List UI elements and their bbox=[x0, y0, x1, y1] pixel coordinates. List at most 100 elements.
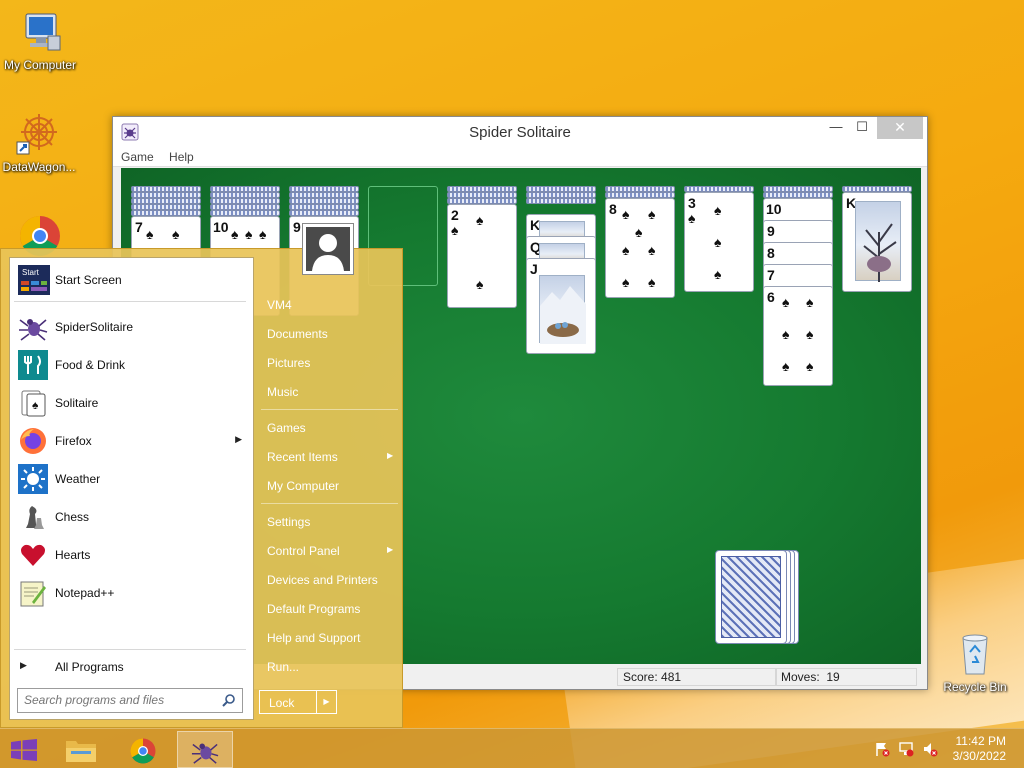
start-link-help-support[interactable]: Help and Support bbox=[267, 631, 360, 645]
action-center-flag-icon[interactable] bbox=[874, 741, 890, 757]
start-link-devices-printers[interactable]: Devices and Printers bbox=[267, 573, 378, 587]
program-label: Start Screen bbox=[55, 273, 122, 287]
spade-icon: ♠ bbox=[806, 294, 814, 310]
start-tile-text: Start bbox=[22, 268, 40, 277]
user-avatar[interactable] bbox=[302, 223, 354, 275]
user-icon bbox=[306, 227, 350, 271]
program-label: Weather bbox=[55, 472, 101, 486]
start-item-notepadpp[interactable]: Notepad++ bbox=[14, 575, 250, 611]
chevron-right-icon: ▶ bbox=[20, 660, 27, 670]
playing-card[interactable]: 6 ♠ ♠ ♠ ♠ ♠ ♠ bbox=[763, 286, 833, 386]
start-item-spidersolitaire[interactable]: SpiderSolitaire bbox=[14, 309, 250, 345]
title-bar[interactable]: Spider Solitaire — ☐ ✕ bbox=[113, 117, 927, 147]
svg-text:♠: ♠ bbox=[32, 398, 39, 412]
start-item-weather[interactable]: Weather bbox=[14, 461, 250, 497]
start-link-my-computer[interactable]: My Computer bbox=[267, 479, 339, 493]
playing-card[interactable]: 3 ♠ ♠ ♠ ♠ bbox=[684, 192, 754, 292]
start-item-solitaire[interactable]: ♠ Solitaire bbox=[14, 385, 250, 421]
desktop-icon-recycle-bin[interactable]: Recycle Bin bbox=[935, 630, 1015, 694]
start-link-user[interactable]: VM4 bbox=[267, 298, 292, 312]
start-link-music[interactable]: Music bbox=[267, 385, 298, 399]
start-item-firefox[interactable]: Firefox ▶ bbox=[14, 423, 250, 459]
weather-icon bbox=[18, 464, 48, 494]
jack-art bbox=[539, 275, 586, 344]
spade-icon: ♠ bbox=[782, 294, 790, 310]
start-link-control-panel[interactable]: Control Panel ▶ bbox=[267, 544, 393, 558]
spade-icon: ♠ bbox=[622, 206, 630, 222]
start-link-run[interactable]: Run... bbox=[267, 660, 299, 674]
control-panel-label: Control Panel bbox=[267, 544, 340, 558]
spade-icon: ♠ bbox=[622, 242, 630, 258]
program-label: Notepad++ bbox=[55, 586, 115, 600]
playing-card[interactable]: 8 ♠ ♠ ♠ ♠ ♠ ♠ ♠ bbox=[605, 198, 675, 298]
all-programs-label: All Programs bbox=[55, 660, 124, 674]
spade-icon: ♠ bbox=[648, 206, 656, 222]
playing-card[interactable]: J bbox=[526, 258, 596, 354]
spade-icon: ♠ bbox=[648, 274, 656, 290]
desktop-icon-my-computer[interactable]: My Computer bbox=[0, 8, 80, 72]
clock-date: 3/30/2022 bbox=[952, 749, 1006, 763]
playing-card[interactable]: 2 ♠ ♠ ♠ bbox=[447, 204, 517, 308]
start-item-food-drink[interactable]: Food & Drink bbox=[14, 347, 250, 383]
spade-icon: ♠ bbox=[714, 202, 722, 218]
all-programs-button[interactable]: ▶ All Programs bbox=[14, 653, 250, 679]
chevron-right-icon: ▶ bbox=[235, 434, 242, 444]
start-link-games[interactable]: Games bbox=[267, 421, 306, 435]
spade-icon: ♠ bbox=[245, 226, 253, 242]
spade-icon: ♠ bbox=[648, 242, 656, 258]
spade-icon: ♠ bbox=[476, 212, 484, 228]
notepadpp-icon bbox=[18, 578, 48, 608]
moves-label: Moves: bbox=[781, 670, 820, 684]
start-menu: Start Start Screen SpiderSolitaire Food … bbox=[0, 248, 403, 728]
program-label: Hearts bbox=[55, 548, 91, 562]
start-item-start-screen[interactable]: Start Start Screen bbox=[14, 262, 250, 298]
spider-icon bbox=[191, 737, 219, 768]
card-rank: 7 bbox=[767, 267, 775, 283]
card-rank: 10 bbox=[766, 201, 782, 217]
desktop-icon-datawagon[interactable]: DataWagon... bbox=[0, 110, 79, 174]
start-link-recent-items[interactable]: Recent Items ▶ bbox=[267, 450, 393, 464]
search-icon[interactable] bbox=[222, 693, 236, 707]
start-button[interactable] bbox=[0, 731, 48, 768]
separator bbox=[14, 301, 246, 302]
start-link-default-programs[interactable]: Default Programs bbox=[267, 602, 360, 616]
start-item-hearts[interactable]: Hearts bbox=[14, 537, 250, 573]
recycle-bin-icon bbox=[951, 630, 999, 678]
spade-icon: ♠ bbox=[622, 274, 630, 290]
face-down-card bbox=[526, 198, 596, 204]
menu-help[interactable]: Help bbox=[169, 147, 194, 167]
taskbar-chrome[interactable] bbox=[115, 731, 171, 768]
spade-icon: ♠ bbox=[172, 226, 180, 242]
start-item-chess[interactable]: Chess bbox=[14, 499, 250, 535]
taskbar-file-explorer[interactable] bbox=[54, 731, 110, 768]
lock-button[interactable]: Lock ▶ bbox=[259, 690, 337, 714]
program-label: Food & Drink bbox=[55, 358, 126, 372]
spade-icon: ♠ bbox=[635, 224, 643, 240]
stock-card bbox=[715, 550, 787, 644]
lock-label: Lock bbox=[269, 696, 295, 710]
datawagon-icon bbox=[15, 110, 63, 158]
search-box[interactable] bbox=[17, 688, 243, 713]
spade-icon: ♠ bbox=[782, 326, 790, 342]
score-display: Score: 481 bbox=[617, 668, 777, 686]
close-button[interactable]: ✕ bbox=[877, 117, 923, 139]
card-rank: 10 bbox=[213, 219, 229, 235]
volume-muted-icon[interactable] bbox=[922, 741, 938, 757]
system-clock[interactable]: 11:42 PM 3/30/2022 bbox=[953, 734, 1006, 764]
start-link-documents[interactable]: Documents bbox=[267, 327, 328, 341]
desktop-icon-label: My Computer bbox=[3, 58, 77, 72]
chevron-right-icon[interactable]: ▶ bbox=[316, 691, 336, 713]
recent-items-label: Recent Items bbox=[267, 450, 338, 464]
windows-logo-icon bbox=[11, 739, 37, 764]
menu-game[interactable]: Game bbox=[121, 147, 154, 167]
taskbar-spider-solitaire[interactable] bbox=[177, 731, 233, 768]
chevron-right-icon: ▶ bbox=[387, 451, 394, 460]
start-link-pictures[interactable]: Pictures bbox=[267, 356, 310, 370]
playing-card[interactable]: K bbox=[842, 192, 912, 292]
search-input[interactable] bbox=[24, 689, 214, 711]
card-rank: 7 bbox=[135, 219, 143, 235]
start-link-settings[interactable]: Settings bbox=[267, 515, 310, 529]
network-icon[interactable] bbox=[898, 741, 914, 757]
maximize-button[interactable]: ☐ bbox=[847, 117, 877, 139]
spade-icon: ♠ bbox=[259, 226, 267, 242]
